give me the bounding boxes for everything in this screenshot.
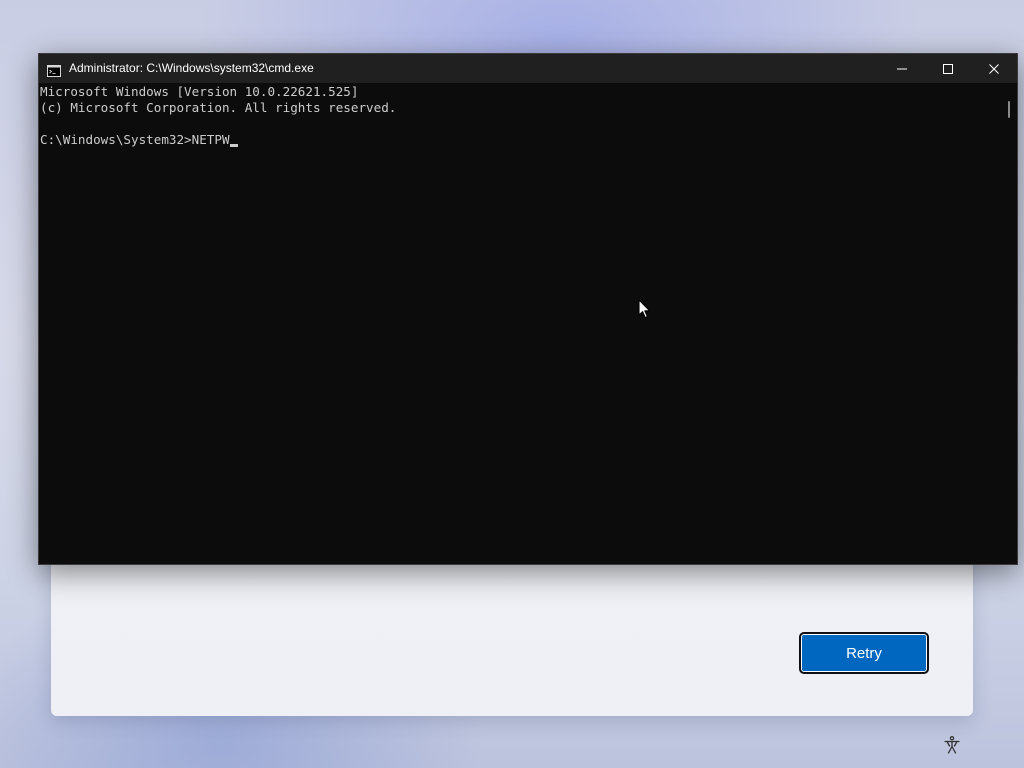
cmd-window: Administrator: C:\Windows\system32\cmd.e… [38, 53, 1018, 565]
window-title: Administrator: C:\Windows\system32\cmd.e… [69, 61, 314, 75]
console-line-version: Microsoft Windows [Version 10.0.22621.52… [40, 84, 359, 99]
console-app-icon [47, 62, 61, 77]
maximize-button[interactable] [925, 54, 971, 83]
close-icon [989, 63, 999, 74]
scrollbar-thumb[interactable] [1008, 101, 1010, 118]
minimize-button[interactable] [879, 54, 925, 83]
console-prompt-text: C:\Windows\System32>NETPW [40, 132, 230, 147]
accessibility-icon[interactable] [940, 733, 964, 757]
minimize-icon [897, 68, 907, 69]
close-button[interactable] [971, 54, 1017, 83]
console-prompt-line[interactable]: C:\Windows\System32>NETPW [40, 132, 238, 148]
console-line-copyright: (c) Microsoft Corporation. All rights re… [40, 100, 397, 115]
vertical-scrollbar[interactable] [1001, 83, 1017, 564]
maximize-icon [943, 63, 953, 74]
retry-button[interactable]: Retry [799, 632, 929, 674]
console-output[interactable]: Microsoft Windows [Version 10.0.22621.52… [39, 83, 1001, 564]
text-cursor [229, 144, 238, 147]
title-bar[interactable]: Administrator: C:\Windows\system32\cmd.e… [39, 54, 1017, 83]
